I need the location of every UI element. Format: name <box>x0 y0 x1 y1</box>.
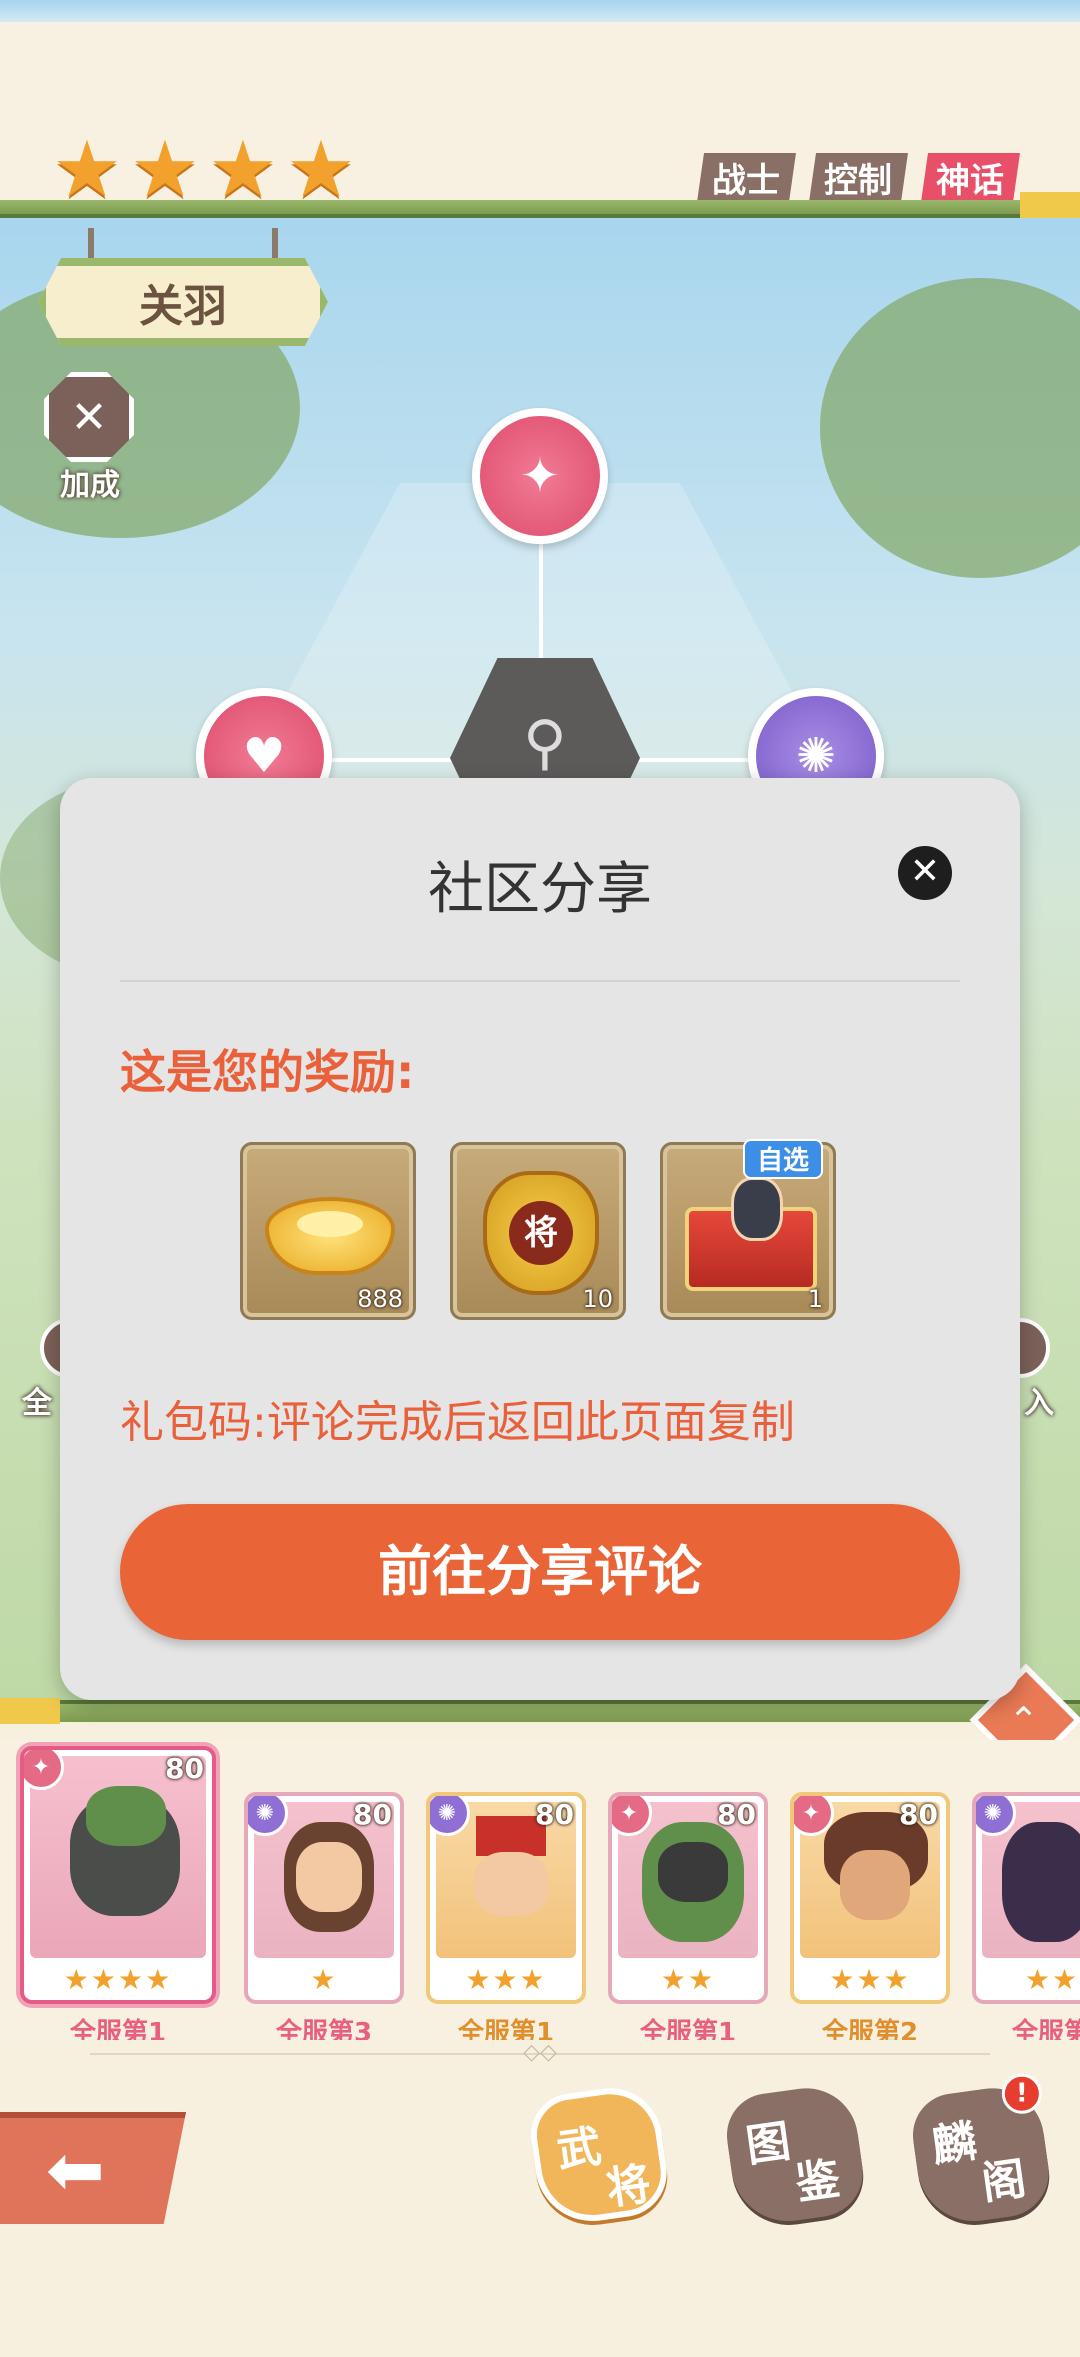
hero-face <box>731 1177 783 1241</box>
reward-count: 888 <box>357 1285 403 1313</box>
reward-count: 10 <box>582 1285 613 1313</box>
reward-item[interactable]: 自选 1 <box>660 1139 836 1320</box>
modal-divider <box>120 980 960 982</box>
reward-count: 1 <box>807 1285 823 1313</box>
select-badge: 自选 <box>742 1139 823 1179</box>
hero-select-chest-icon <box>685 1177 817 1291</box>
close-button[interactable]: ✕ <box>898 846 952 900</box>
share-review-button[interactable]: 前往分享评论 <box>120 1504 960 1640</box>
general-token-icon: 将 <box>483 1171 599 1295</box>
share-modal: 社区分享 ✕ 这是您的奖励: 888 将 10 自选 1 礼包码:评论完成后返回… <box>60 778 1020 1700</box>
reward-list: 888 将 10 自选 1 <box>240 1139 836 1320</box>
gift-code-text: 礼包码:评论完成后返回此页面复制 <box>120 1397 795 1448</box>
close-icon: ✕ <box>909 851 941 892</box>
reward-item[interactable]: 888 <box>240 1142 416 1320</box>
gold-ingot-icon <box>265 1197 395 1275</box>
reward-label: 这是您的奖励: <box>120 1045 415 1099</box>
reward-item[interactable]: 将 10 <box>450 1142 626 1320</box>
token-emblem: 将 <box>509 1201 573 1265</box>
modal-title: 社区分享 <box>428 857 652 922</box>
